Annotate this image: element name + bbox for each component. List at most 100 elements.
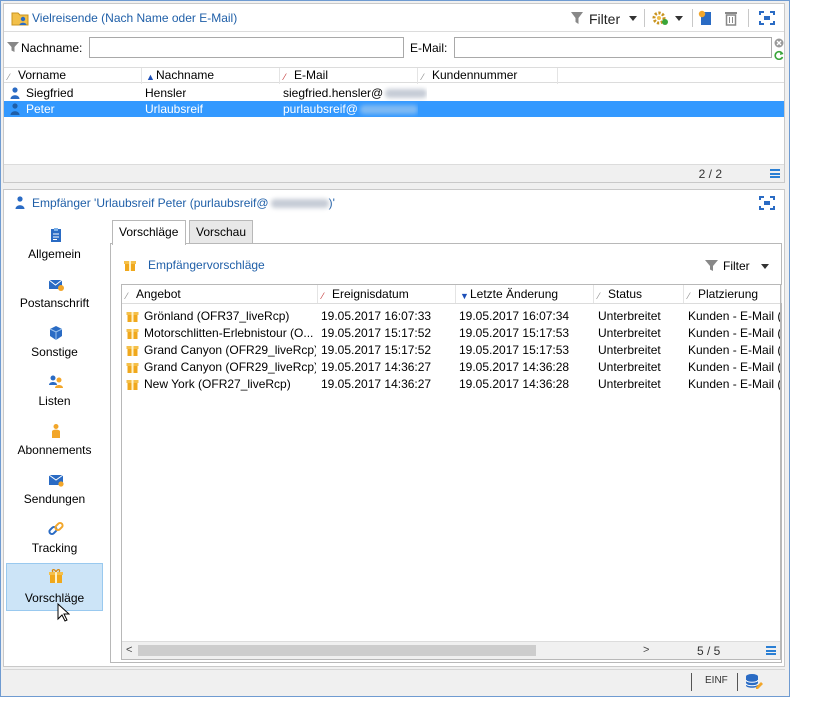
gift-icon	[126, 363, 139, 373]
sort-icon: ⁄	[688, 291, 690, 301]
column-header-status[interactable]: ⁄ Status	[594, 285, 684, 303]
redacted-domain	[359, 105, 418, 115]
list-item[interactable]: New York (OFR27_liveRcp) 19.05.2017 14:3…	[122, 376, 780, 393]
maximize-icon[interactable]	[759, 11, 775, 25]
list-pager: 2 / 2	[4, 164, 784, 182]
users-list-icon	[49, 375, 63, 388]
column-header-firstname[interactable]: ⁄ Vorname	[4, 68, 142, 84]
sort-icon: ⁄	[322, 291, 324, 301]
gift-icon	[49, 569, 63, 583]
column-header-letzte-aenderung[interactable]: ▼ Letzte Änderung	[456, 285, 594, 303]
lastname-label: Nachname:	[21, 41, 83, 55]
gift-icon	[124, 261, 136, 271]
column-header-customer-number[interactable]: ⁄ Kundennummer	[418, 68, 558, 84]
email-label: E-Mail:	[410, 41, 448, 55]
folder-users-icon	[11, 12, 29, 26]
proposals-filter-button[interactable]: Filter	[705, 256, 771, 276]
cell-firstname: Siegfried	[26, 86, 74, 100]
scroll-left-icon[interactable]: <	[126, 644, 132, 656]
gear-action-icon	[652, 11, 668, 25]
scroll-right-icon[interactable]: >	[643, 644, 649, 656]
cell-email: siegfried.hensler@	[283, 85, 428, 101]
list-item[interactable]: Grand Canyon (OFR29_liveRcp) 19.05.2017 …	[122, 359, 780, 376]
link-icon	[48, 521, 64, 536]
chevron-down-icon	[675, 16, 683, 21]
actions-button[interactable]	[651, 8, 687, 28]
list-menu-icon[interactable]	[766, 646, 776, 655]
status-separator	[737, 673, 738, 691]
scrollbar-thumb[interactable]	[138, 645, 536, 656]
list-item[interactable]: Grand Canyon (OFR29_liveRcp) 19.05.2017 …	[122, 342, 780, 359]
record-count: 2 / 2	[698, 167, 722, 181]
list-menu-icon[interactable]	[770, 169, 780, 178]
chevron-down-icon	[629, 16, 637, 21]
list-toolbar: Vielreisende (Nach Name oder E-Mail) Fil…	[4, 4, 784, 32]
sidebar-item-tracking[interactable]: Tracking	[6, 516, 103, 564]
person-icon	[15, 196, 25, 209]
detail-title: Empfänger 'Urlaubsreif Peter (purlaubsre…	[32, 196, 335, 210]
application-window: Vielreisende (Nach Name oder E-Mail) Fil…	[0, 0, 790, 697]
new-recipient-icon[interactable]	[698, 10, 714, 26]
column-header-lastname[interactable]: ▲ Nachname	[142, 68, 280, 84]
sort-icon: ⁄	[422, 72, 424, 82]
cell-email: purlaubsreif@	[283, 101, 418, 117]
subscription-icon	[52, 424, 60, 438]
sort-icon: ⁄	[126, 291, 128, 301]
gift-icon	[126, 329, 139, 339]
maximize-icon[interactable]	[759, 196, 775, 210]
cell-firstname: Peter	[26, 102, 55, 116]
redacted-domain	[385, 89, 428, 99]
recipient-detail-panel: Empfänger 'Urlaubsreif Peter (purlaubsre…	[3, 189, 785, 667]
column-header-angebot[interactable]: ⁄ Angebot	[122, 285, 318, 303]
gift-icon	[126, 346, 139, 356]
status-separator	[691, 673, 692, 691]
list-title: Vielreisende (Nach Name oder E-Mail)	[32, 11, 238, 25]
cell-lastname: Urlaubsreif	[145, 102, 204, 116]
sidebar-item-vorschlaege[interactable]: Vorschläge	[6, 563, 103, 611]
filter-icon	[571, 12, 583, 24]
sort-ascending-icon: ▲	[146, 72, 155, 82]
search-bar: Nachname: E-Mail:	[4, 33, 784, 63]
horizontal-scrollbar[interactable]: < > 5 / 5	[122, 641, 780, 659]
column-header-email[interactable]: ⁄ E-Mail	[280, 68, 418, 84]
table-row-selected[interactable]: Peter Urlaubsreif purlaubsreif@	[4, 101, 784, 117]
proposals-title: Empfängervorschläge	[148, 258, 265, 272]
sidebar-item-allgemein[interactable]: Allgemein	[6, 222, 103, 270]
clear-icon[interactable]	[774, 38, 784, 48]
sidebar-item-postanschrift[interactable]: Postanschrift	[6, 271, 103, 319]
list-item[interactable]: Grönland (OFR37_liveRcp) 19.05.2017 16:0…	[122, 308, 780, 325]
table-row[interactable]: Siegfried Hensler siegfried.hensler@	[4, 85, 784, 101]
filter-label: Filter	[589, 11, 621, 27]
sidebar-item-abonnements[interactable]: Abonnements	[6, 418, 103, 466]
sort-descending-icon: ▼	[460, 291, 469, 301]
sidebar-item-listen[interactable]: Listen	[6, 369, 103, 417]
column-header-platzierung[interactable]: ⁄ Platzierung	[684, 285, 782, 303]
envelope-icon	[48, 474, 64, 487]
lastname-search-input[interactable]	[89, 37, 404, 58]
list-item[interactable]: Motorschlitten-Erlebnistour (O... 19.05.…	[122, 325, 780, 342]
status-bar: EINF	[3, 669, 785, 693]
tab-vorschlaege[interactable]: Vorschläge	[112, 220, 186, 245]
gift-icon	[126, 312, 139, 322]
toolbar-separator	[644, 9, 645, 27]
tab-vorschau[interactable]: Vorschau	[189, 220, 253, 244]
column-header-ereignisdatum[interactable]: ⁄ Ereignisdatum	[318, 285, 456, 303]
mouse-cursor-icon	[57, 603, 70, 622]
filter-icon	[7, 42, 19, 52]
trash-icon[interactable]	[724, 10, 738, 26]
chevron-down-icon	[761, 264, 769, 269]
proposals-header: ⁄ Angebot ⁄ Ereignisdatum ▼ Letzte Änderung…	[122, 285, 782, 304]
clipboard-icon	[51, 228, 61, 242]
email-search-input[interactable]	[454, 37, 772, 58]
input-mode-indicator: EINF	[705, 675, 728, 686]
sort-icon: ⁄	[284, 72, 286, 82]
refresh-icon[interactable]	[774, 50, 784, 60]
sort-icon: ⁄	[598, 291, 600, 301]
database-icon[interactable]	[745, 673, 763, 691]
cube-icon	[49, 326, 63, 340]
cell-lastname: Hensler	[145, 86, 187, 100]
sidebar-item-sendungen[interactable]: Sendungen	[6, 467, 103, 515]
filter-button[interactable]: Filter	[570, 8, 638, 28]
list-header: ⁄ Vorname ▲ Nachname ⁄ E-Mail ⁄ Kundennummer	[4, 67, 784, 84]
sidebar-item-sonstige[interactable]: Sonstige	[6, 320, 103, 368]
